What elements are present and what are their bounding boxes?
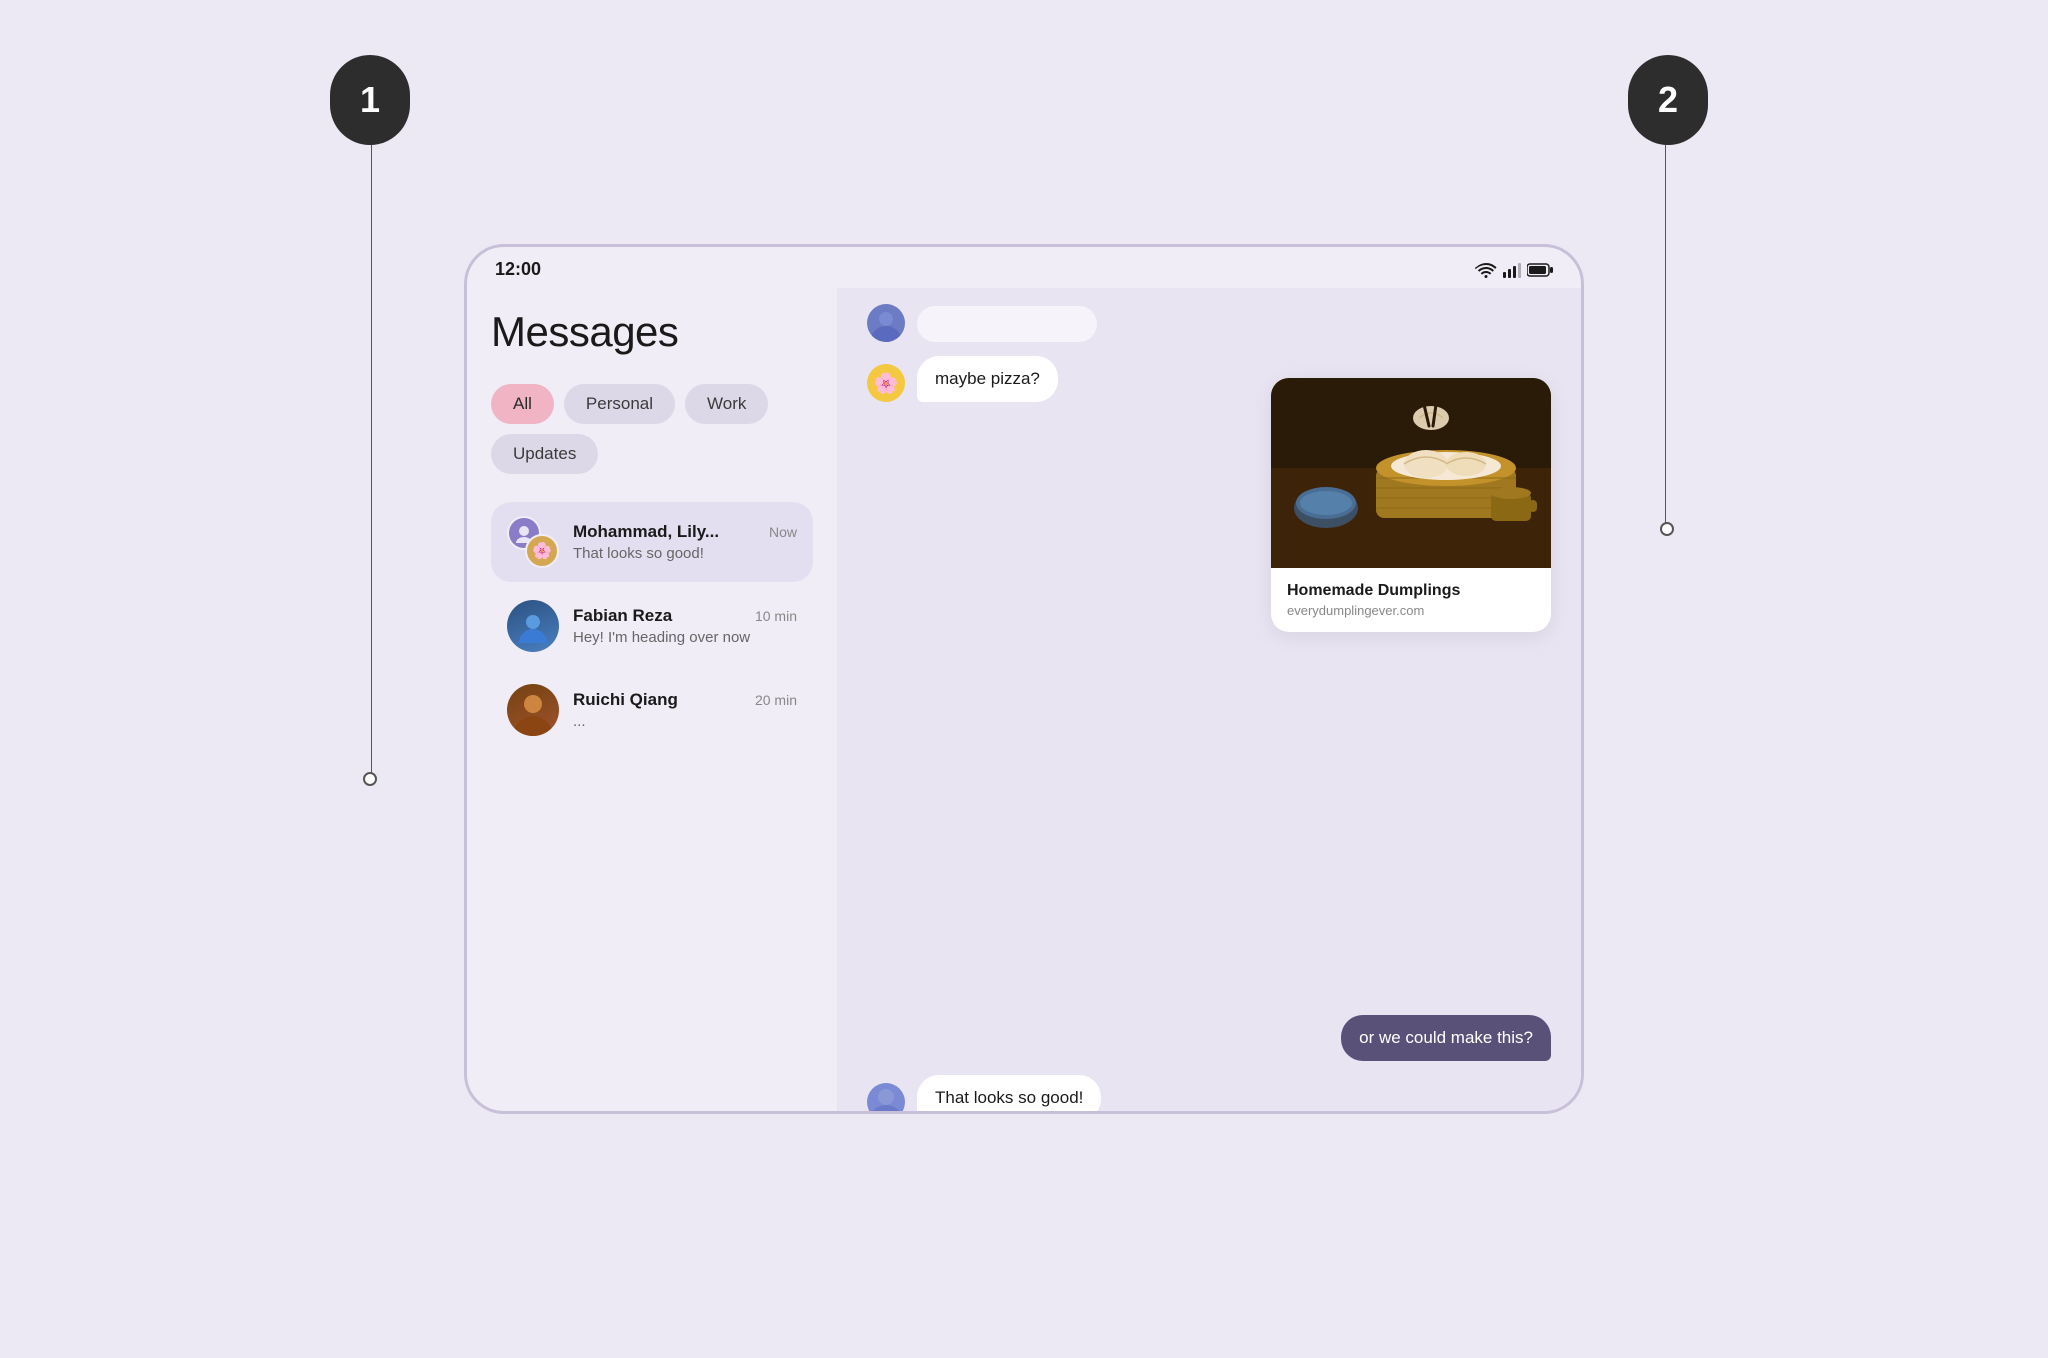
conv-header-mohammad: Mohammad, Lily... Now bbox=[573, 522, 797, 542]
battery-icon bbox=[1527, 263, 1553, 277]
conv-name-mohammad: Mohammad, Lily... bbox=[573, 522, 719, 542]
conversation-list: 🌸 Mohammad, Lily... Now That looks so go… bbox=[491, 502, 813, 750]
ghost-message-bubble bbox=[917, 306, 1097, 342]
outgoing-message-row: or we could make this? bbox=[1341, 1015, 1551, 1061]
dumpling-image-svg bbox=[1271, 378, 1551, 568]
avatar-group-mohammad: 🌸 bbox=[507, 516, 559, 568]
chat-avatar-flowers: 🌸 bbox=[867, 364, 905, 402]
filter-tab-all[interactable]: All bbox=[491, 384, 554, 424]
main-content: Messages All Personal Work Updates bbox=[467, 288, 1581, 1111]
message-maybe-pizza: maybe pizza? bbox=[917, 356, 1058, 402]
outgoing-message-bubble: or we could make this? bbox=[1341, 1015, 1551, 1061]
annotation-line-2 bbox=[1665, 145, 1666, 525]
conv-time-mohammad: Now bbox=[769, 524, 797, 540]
annotation-circle-1: 1 bbox=[330, 55, 410, 145]
conv-name-fabian: Fabian Reza bbox=[573, 606, 672, 626]
signal-icon bbox=[1503, 262, 1521, 278]
link-card-image bbox=[1271, 378, 1551, 568]
wifi-icon bbox=[1475, 262, 1497, 278]
device-frame: 12:00 Messages bbox=[464, 244, 1584, 1114]
avatar-ruichi bbox=[507, 684, 559, 736]
annotation-circle-2: 2 bbox=[1628, 55, 1708, 145]
link-card-url: everydumplingever.com bbox=[1287, 603, 1535, 618]
conv-name-ruichi: Ruichi Qiang bbox=[573, 690, 678, 710]
conversation-item-mohammad[interactable]: 🌸 Mohammad, Lily... Now That looks so go… bbox=[491, 502, 813, 582]
right-panel: 🌸 maybe pizza? bbox=[837, 288, 1581, 1111]
bottom-incoming-avatar bbox=[867, 1083, 905, 1111]
link-card-title: Homemade Dumplings bbox=[1287, 582, 1535, 600]
conv-time-fabian: 10 min bbox=[755, 608, 797, 624]
conversation-item-fabian[interactable]: Fabian Reza 10 min Hey! I'm heading over… bbox=[491, 586, 813, 666]
conv-preview-ruichi: ... bbox=[573, 713, 797, 730]
messages-title: Messages bbox=[491, 308, 813, 356]
conv-info-fabian: Fabian Reza 10 min Hey! I'm heading over… bbox=[573, 606, 797, 646]
left-panel: Messages All Personal Work Updates bbox=[467, 288, 837, 1111]
filter-tab-personal[interactable]: Personal bbox=[564, 384, 675, 424]
conv-header-fabian: Fabian Reza 10 min bbox=[573, 606, 797, 626]
avatar-lily: 🌸 bbox=[525, 534, 559, 568]
annotation-dot-2 bbox=[1660, 522, 1674, 536]
conv-header-ruichi: Ruichi Qiang 20 min bbox=[573, 690, 797, 710]
conv-preview-fabian: Hey! I'm heading over now bbox=[573, 629, 797, 646]
conversation-item-ruichi[interactable]: Ruichi Qiang 20 min ... bbox=[491, 670, 813, 750]
filter-tab-work[interactable]: Work bbox=[685, 384, 768, 424]
avatar-fabian bbox=[507, 600, 559, 652]
link-card-body: Homemade Dumplings everydumplingever.com bbox=[1271, 568, 1551, 632]
conv-info-mohammad: Mohammad, Lily... Now That looks so good… bbox=[573, 522, 797, 562]
bottom-incoming-bubble: That looks so good! bbox=[917, 1075, 1101, 1111]
bottom-incoming-row: That looks so good! bbox=[867, 1075, 1101, 1111]
status-time: 12:00 bbox=[495, 259, 541, 280]
status-bar: 12:00 bbox=[467, 247, 1581, 288]
annotation-line-1 bbox=[371, 145, 372, 775]
chat-avatar-top bbox=[867, 304, 905, 342]
filter-tab-updates[interactable]: Updates bbox=[491, 434, 598, 474]
status-icons bbox=[1475, 262, 1553, 278]
conv-preview-mohammad: That looks so good! bbox=[573, 545, 797, 562]
annotation-dot-1 bbox=[363, 772, 377, 786]
conv-time-ruichi: 20 min bbox=[755, 692, 797, 708]
link-card[interactable]: Homemade Dumplings everydumplingever.com bbox=[1271, 378, 1551, 632]
conv-info-ruichi: Ruichi Qiang 20 min ... bbox=[573, 690, 797, 730]
filter-tabs: All Personal Work Updates bbox=[491, 384, 813, 474]
